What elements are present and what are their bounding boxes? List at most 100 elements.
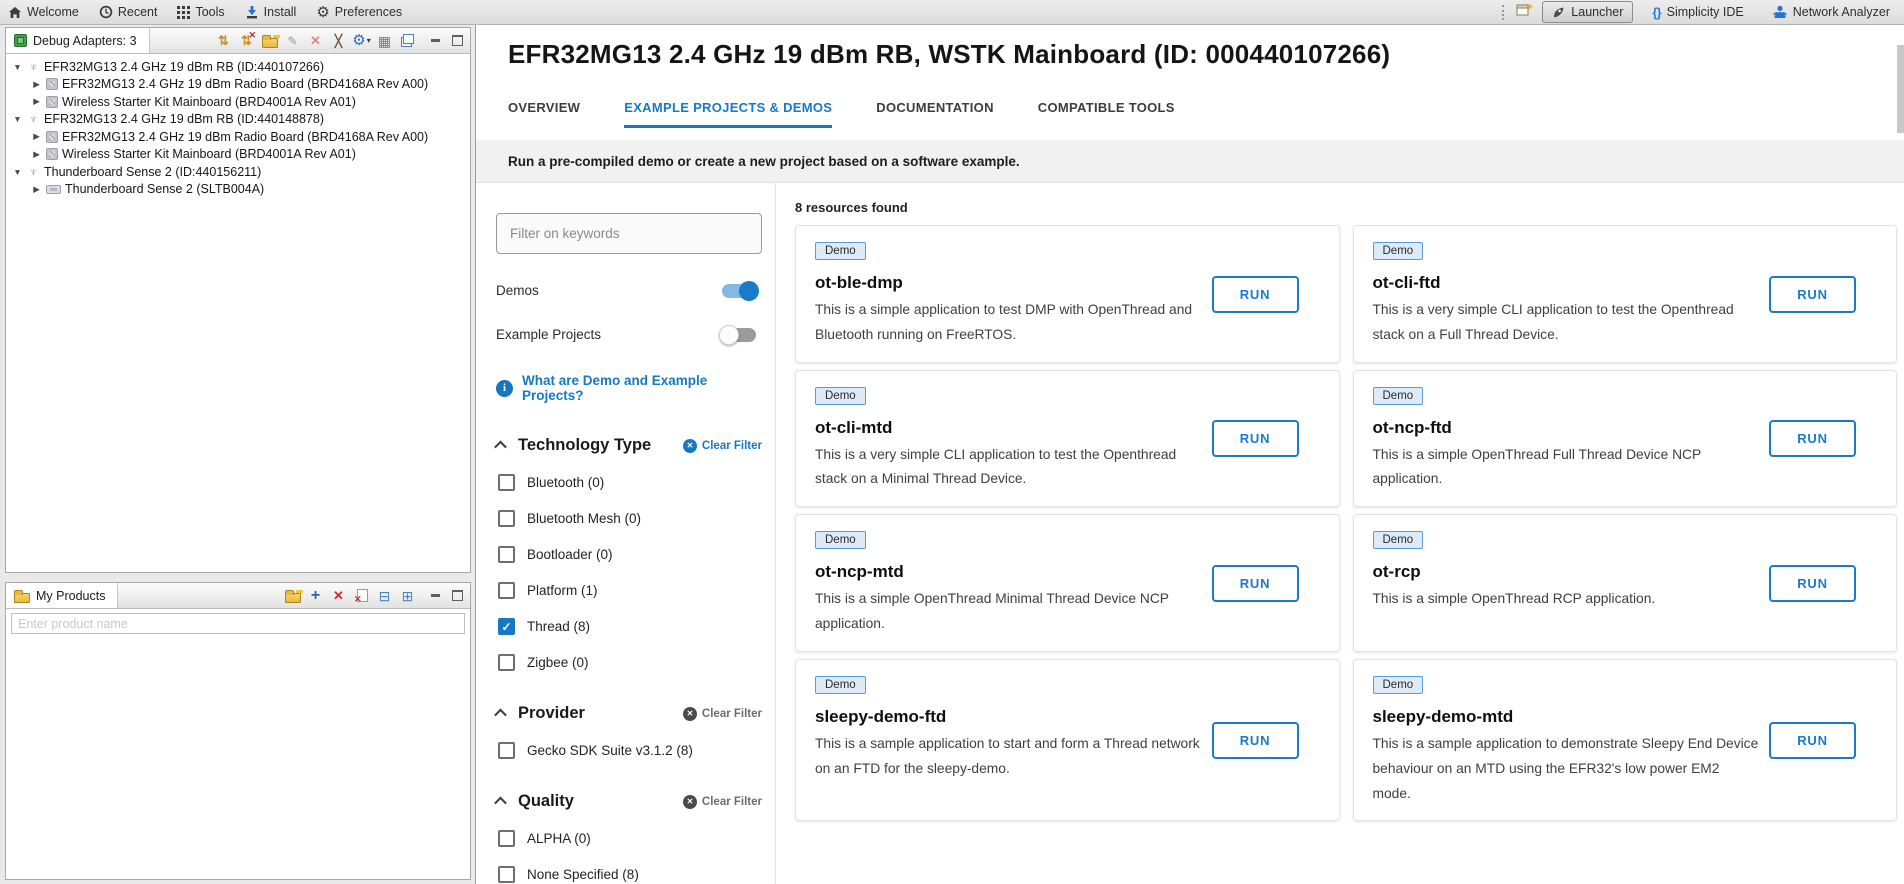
tree-caret-icon[interactable]: ▼	[12, 114, 23, 124]
adapter-tools-icon[interactable]	[330, 33, 347, 49]
new-group-icon[interactable]	[261, 33, 278, 49]
clear-filter-button[interactable]: ✕ Clear Filter	[683, 707, 762, 721]
filter-option-row: Bluetooth Mesh (0)	[496, 510, 762, 527]
welcome-button[interactable]: Welcome	[8, 5, 79, 19]
scrollbar-thumb[interactable]	[1897, 45, 1904, 133]
clear-filter-label: Clear Filter	[702, 796, 762, 808]
tree-row[interactable]: ▶ EFR32MG13 2.4 GHz 19 dBm Radio Board (…	[6, 76, 470, 94]
tree-row[interactable]: ▼ Thunderboard Sense 2 (ID:440156211)	[6, 163, 470, 181]
expand-all-icon[interactable]	[399, 588, 416, 604]
recent-button[interactable]: Recent	[99, 5, 158, 19]
info-icon: i	[496, 380, 513, 397]
clear-filter-button[interactable]: ✕ Clear Filter	[683, 439, 762, 453]
perspective-launcher-button[interactable]: Launcher	[1542, 1, 1633, 23]
run-button[interactable]: RUN	[1769, 722, 1856, 759]
collapse-all-icon[interactable]	[376, 588, 393, 604]
install-label: Install	[264, 5, 297, 19]
tab-example-projects-demos[interactable]: EXAMPLE PROJECTS & DEMOS	[624, 100, 832, 128]
tree-row[interactable]: ▼ EFR32MG13 2.4 GHz 19 dBm RB (ID:440107…	[6, 58, 470, 76]
tree-caret-icon[interactable]: ▼	[12, 62, 23, 72]
gear-dropdown-icon[interactable]	[353, 33, 370, 49]
install-button[interactable]: Install	[245, 5, 297, 19]
run-button[interactable]: RUN	[1212, 420, 1299, 457]
clone-view-icon[interactable]	[399, 33, 416, 49]
tree-caret-icon[interactable]: ▶	[31, 79, 42, 90]
chevron-up-icon[interactable]	[494, 441, 507, 454]
network-analyzer-label: Network Analyzer	[1793, 5, 1890, 19]
preferences-gear-icon: ⚙	[316, 3, 329, 21]
usb-adapter-icon	[27, 112, 40, 126]
product-name-input[interactable]	[11, 613, 465, 634]
tree-caret-icon[interactable]: ▶	[31, 96, 42, 107]
perspective-network-analyzer-button[interactable]: Network Analyzer	[1763, 1, 1900, 23]
delete-icon[interactable]	[307, 33, 324, 49]
tab-compatible-tools[interactable]: COMPATIBLE TOOLS	[1038, 100, 1175, 128]
run-button[interactable]: RUN	[1212, 565, 1299, 602]
keyword-filter-input[interactable]	[496, 213, 762, 254]
checkbox[interactable]	[498, 474, 515, 491]
add-product-icon[interactable]	[307, 588, 324, 604]
tools-button[interactable]: Tools	[177, 5, 224, 19]
open-perspective-icon[interactable]: ✦	[1516, 2, 1533, 22]
run-button[interactable]: RUN	[1769, 565, 1856, 602]
resource-card: Demo sleepy-demo-mtd This is a sample ap…	[1353, 659, 1898, 821]
demo-example-info-link[interactable]: What are Demo and Example Projects?	[522, 373, 762, 403]
tree-row-label: EFR32MG13 2.4 GHz 19 dBm RB (ID:44014887…	[44, 112, 324, 126]
usb-adapter-icon	[27, 165, 40, 179]
tree-row[interactable]: ▶ Wireless Starter Kit Mainboard (BRD400…	[6, 146, 470, 164]
tree-caret-icon[interactable]: ▼	[12, 167, 23, 177]
filter-option-row: Platform (1)	[496, 582, 762, 599]
tree-row[interactable]: ▼ EFR32MG13 2.4 GHz 19 dBm RB (ID:440148…	[6, 111, 470, 129]
minimize-icon[interactable]	[427, 588, 444, 604]
demos-toggle[interactable]	[722, 284, 756, 298]
run-button[interactable]: RUN	[1212, 722, 1299, 759]
chevron-up-icon[interactable]	[494, 797, 507, 810]
tree-row[interactable]: ▶ Thunderboard Sense 2 (SLTB004A)	[6, 181, 470, 199]
checkbox[interactable]	[498, 510, 515, 527]
preferences-button[interactable]: ⚙ Preferences	[316, 3, 402, 21]
checkbox[interactable]	[498, 654, 515, 671]
demo-badge: Demo	[815, 531, 866, 549]
refresh-connections-icon[interactable]	[215, 33, 232, 49]
tree-caret-icon[interactable]: ▶	[31, 184, 42, 195]
new-folder-icon[interactable]	[284, 588, 301, 604]
minimize-icon[interactable]	[427, 33, 444, 49]
panel-sash[interactable]	[5, 573, 471, 582]
simplicity-ide-label: Simplicity IDE	[1667, 5, 1744, 19]
tree-row[interactable]: ▶ EFR32MG13 2.4 GHz 19 dBm Radio Board (…	[6, 128, 470, 146]
tree-row[interactable]: ▶ Wireless Starter Kit Mainboard (BRD400…	[6, 93, 470, 111]
checkbox[interactable]	[498, 866, 515, 883]
maximize-icon[interactable]	[449, 33, 466, 49]
perspective-simplicity-ide-button[interactable]: { } Simplicity IDE	[1642, 1, 1753, 24]
filter-option-row: Thread (8)	[496, 618, 762, 635]
checkbox[interactable]	[498, 742, 515, 759]
welcome-label: Welcome	[27, 5, 79, 19]
mp-toolbar	[284, 588, 419, 604]
clear-filter-icon: ✕	[683, 707, 697, 721]
tree-caret-icon[interactable]: ▶	[31, 149, 42, 160]
maximize-icon[interactable]	[449, 588, 466, 604]
tab-documentation[interactable]: DOCUMENTATION	[876, 100, 994, 128]
checkbox[interactable]	[498, 830, 515, 847]
clear-filter-button[interactable]: ✕ Clear Filter	[683, 795, 762, 809]
filter-section-title: Quality	[518, 792, 574, 811]
checkbox[interactable]	[498, 582, 515, 599]
tab-overview[interactable]: OVERVIEW	[508, 100, 580, 128]
checkbox[interactable]	[498, 618, 515, 635]
tree-caret-icon[interactable]: ▶	[31, 131, 42, 142]
tree-row-label: EFR32MG13 2.4 GHz 19 dBm Radio Board (BR…	[62, 130, 428, 144]
disconnect-icon[interactable]	[238, 33, 255, 49]
filter-option-row: Bootloader (0)	[496, 546, 762, 563]
run-button[interactable]: RUN	[1769, 276, 1856, 313]
columns-icon[interactable]	[376, 33, 393, 49]
run-button[interactable]: RUN	[1769, 420, 1856, 457]
checkbox[interactable]	[498, 546, 515, 563]
rename-icon[interactable]	[284, 33, 301, 49]
debug-adapters-tab[interactable]: Debug Adapters: 3	[6, 28, 150, 53]
chevron-up-icon[interactable]	[494, 709, 507, 722]
remove-product-icon[interactable]	[330, 588, 347, 604]
run-button[interactable]: RUN	[1212, 276, 1299, 313]
remove-all-icon[interactable]	[353, 588, 370, 604]
my-products-tab[interactable]: My Products	[6, 583, 118, 608]
example-projects-toggle[interactable]	[722, 328, 756, 342]
